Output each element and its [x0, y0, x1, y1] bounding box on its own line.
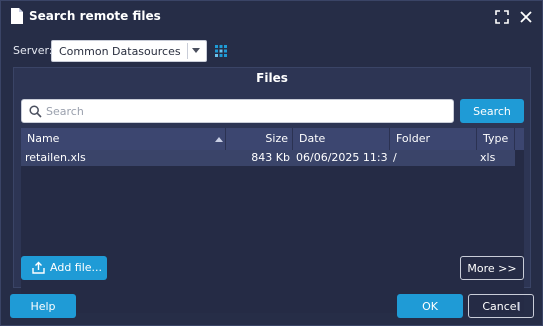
search-button[interactable]: Search: [460, 99, 524, 123]
close-icon[interactable]: [518, 9, 534, 25]
sort-ascending-icon[interactable]: [215, 137, 223, 142]
column-header-folder[interactable]: Folder: [390, 128, 477, 150]
chevron-down-icon[interactable]: [192, 48, 200, 53]
column-header-name[interactable]: Name: [21, 128, 226, 150]
add-file-label: Add file...: [50, 261, 103, 274]
table-header: Name Size Date Folder Type: [21, 128, 524, 150]
files-panel-title: Files: [256, 71, 288, 85]
cell-date: 06/06/2025 11:3...: [296, 151, 388, 164]
cell-name: retailen.xls: [25, 151, 86, 164]
more-button[interactable]: More >>: [460, 256, 524, 280]
maximize-icon[interactable]: [494, 9, 510, 25]
search-input[interactable]: [46, 101, 446, 121]
cancel-button[interactable]: Cancel: [468, 294, 534, 318]
ok-button[interactable]: OK: [397, 294, 463, 318]
vertical-scrollbar[interactable]: [515, 150, 524, 313]
table-row[interactable]: retailen.xls 843 Kb 06/06/2025 11:3... /…: [21, 150, 515, 166]
grid-icon[interactable]: [215, 45, 227, 57]
server-label: Server:: [13, 44, 53, 57]
add-file-button[interactable]: Add file...: [21, 256, 107, 280]
cell-type: xls: [480, 151, 496, 164]
column-header-size[interactable]: Size: [226, 128, 293, 150]
document-icon: [11, 8, 23, 24]
files-panel: Files Search Name Size Date Folder Type …: [13, 67, 531, 313]
cell-folder: /: [393, 151, 397, 164]
column-header-type[interactable]: Type: [477, 128, 515, 150]
dialog-title: Search remote files: [29, 9, 161, 23]
search-remote-files-dialog: Search remote files Server: Common Datas…: [0, 0, 543, 326]
search-box[interactable]: [21, 99, 454, 123]
help-button[interactable]: Help: [10, 294, 76, 318]
column-header-date[interactable]: Date: [293, 128, 390, 150]
upload-icon: [32, 261, 45, 274]
title-bar: Search remote files: [1, 1, 542, 33]
cell-size: 843 Kb: [251, 151, 290, 164]
select-divider: [187, 43, 188, 59]
search-icon: [29, 105, 42, 118]
files-table: Name Size Date Folder Type retailen.xls …: [21, 128, 524, 313]
server-select[interactable]: Common Datasources: [51, 40, 207, 62]
server-selected-value: Common Datasources: [59, 45, 181, 58]
